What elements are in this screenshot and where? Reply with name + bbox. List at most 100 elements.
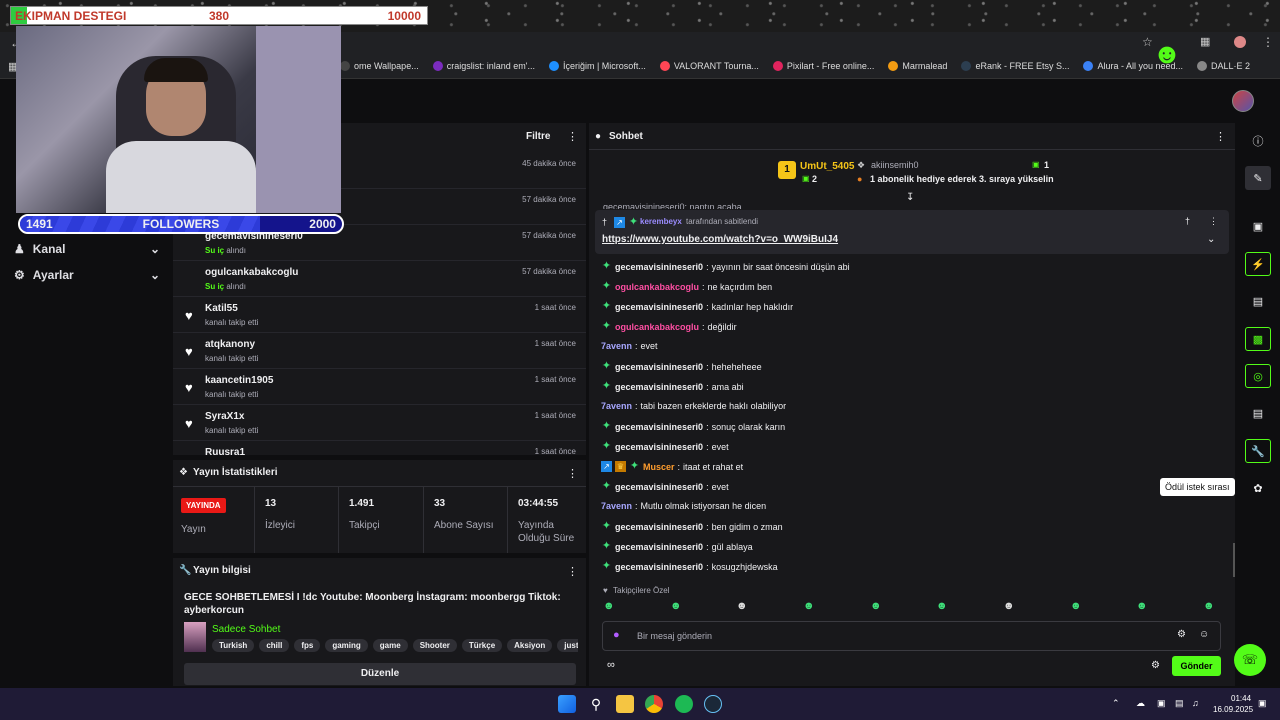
printer-icon[interactable]: ▤ [1245,401,1271,425]
emote-icon[interactable]: ☻ [603,601,615,612]
feed-username[interactable]: SyraX1x [205,411,244,422]
bookmark-item[interactable]: Pixilart - Free online... [772,61,874,71]
chat-username[interactable]: 7avenn [601,341,632,351]
tag[interactable]: chill [259,639,290,652]
tag[interactable]: Türkçe [461,639,503,652]
chat-icon[interactable]: ▩ [1245,327,1271,351]
microphone-icon[interactable]: ● [613,629,620,641]
emote-icon[interactable]: ☻ [1136,601,1148,612]
screen-capture-icon[interactable]: ▣ [1245,214,1271,238]
edit-button[interactable]: Düzenle [184,663,576,685]
chat-scrollbar[interactable] [1233,543,1235,577]
lightning-icon[interactable]: ⚡ [1245,252,1271,276]
tag[interactable]: game [372,639,408,652]
notification-icon[interactable]: ▣ [1258,698,1267,709]
translate-icon[interactable]: ⚙ [1177,629,1186,640]
feed-username[interactable]: ogulcankabakcoglu [205,267,298,278]
bookmark-item[interactable]: ome Wallpape... [340,61,419,71]
chevron-down-icon[interactable]: ⌄ [1207,234,1215,245]
subscriber-name[interactable]: akiinsemih0 [871,160,919,170]
chat-username[interactable]: gecemavisinineseri0 [615,302,703,312]
clock-time[interactable]: 01:44 [1231,694,1251,703]
info-icon[interactable]: ⓘ [1245,129,1271,153]
chat-username[interactable]: Muscer [643,462,675,472]
extensions-icon[interactable]: ▦ [1200,35,1210,48]
feed-username[interactable]: kaancetin1905 [205,375,273,386]
menu-icon[interactable]: ⋮ [1262,35,1274,49]
bookmark-item[interactable]: eRank - FREE Etsy S... [961,61,1069,71]
chat-username[interactable]: gecemavisinineseri0 [615,562,703,572]
support-headset-icon[interactable]: ☏ [1234,644,1266,676]
chrome-icon[interactable] [645,695,663,713]
emote-icon[interactable]: ☻ [870,601,882,612]
more-options-icon[interactable]: ⋮ [567,565,578,578]
chat-username[interactable]: gecemavisinineseri0 [615,482,703,492]
broadcast-icon[interactable]: ◎ [1245,364,1271,388]
file-explorer-icon[interactable] [616,695,634,713]
tag[interactable]: fps [294,639,321,652]
more-options-icon[interactable]: ⋮ [1209,216,1218,227]
chat-username[interactable]: 7avenn [601,501,632,511]
tag[interactable]: justchattir [557,639,578,652]
chat-input[interactable]: ● Bir mesaj gönderin ⚙ ☺ [602,621,1221,651]
document-icon[interactable]: ▤ [1245,289,1271,313]
chat-username[interactable]: gecemavisinineseri0 [615,522,703,532]
chat-username[interactable]: ogulcankabakcoglu [615,322,699,332]
network-icon[interactable]: ▤ [1175,698,1184,709]
chat-username[interactable]: gecemavisinineseri0 [615,442,703,452]
chat-username[interactable]: gecemavisinineseri0 [615,262,703,272]
nav-kanal[interactable]: ♟ Kanal ⌄ [14,242,160,256]
filter-button[interactable]: Filtre [526,131,550,142]
pencil-icon[interactable]: ✎ [1245,166,1271,190]
emote-icon[interactable]: ☻ [936,601,948,612]
nav-ayarlar[interactable]: ⚙ Ayarlar ⌄ [14,268,160,282]
user-avatar[interactable] [1232,90,1254,112]
volume-icon[interactable]: ♫ [1192,698,1199,708]
emote-icon[interactable]: ☻ [736,601,748,612]
emote-icon[interactable]: ☻ [1003,601,1015,612]
settings-gear-icon[interactable]: ⚙ [1151,660,1160,671]
emote-icon[interactable]: ☻ [803,601,815,612]
profile-avatar[interactable] [1234,36,1246,48]
emote-icon[interactable]: ☻ [1203,601,1215,612]
emote-icon[interactable]: ☻ [670,601,682,612]
feed-username[interactable]: atqkanony [205,339,255,350]
points-icon[interactable]: ∞ [607,659,615,671]
pinned-by-user[interactable]: kerembeyx [640,217,682,226]
pinned-link[interactable]: https://www.youtube.com/watch?v=o_WW9iBu… [602,234,838,245]
tag[interactable]: Shooter [412,639,457,652]
more-options-icon[interactable]: ⋮ [567,467,578,480]
chat-username[interactable]: 7avenn [601,401,632,411]
steam-icon[interactable] [704,695,722,713]
chat-username[interactable]: gecemavisinineseri0 [615,542,703,552]
search-icon[interactable]: ⚲ [587,695,605,713]
bookmark-item[interactable]: craigslist: inland em'... [432,61,535,71]
send-button[interactable]: Gönder [1172,656,1221,676]
feed-username[interactable]: Ruusra1 [205,447,245,455]
windows-start-icon[interactable] [558,695,576,713]
feed-username[interactable]: Katil55 [205,303,238,314]
spotify-icon[interactable] [675,695,693,713]
bookmark-item[interactable]: DALL·E 2 [1197,61,1250,71]
wrench-icon[interactable]: 🔧 [1245,439,1271,463]
chat-username[interactable]: gecemavisinineseri0 [615,382,703,392]
category-thumbnail[interactable] [184,622,206,652]
scroll-down-icon[interactable]: ↧ [906,192,914,203]
more-options-icon[interactable]: ⋮ [1215,130,1226,143]
bookmark-item[interactable]: İçeriğim | Microsoft... [548,61,646,71]
tray-overflow-icon[interactable]: ⌃ [1112,698,1120,709]
tag[interactable]: Aksiyon [507,639,553,652]
gifter-name[interactable]: UmUt_5405 [800,161,854,172]
chat-username[interactable]: ogulcankabakcoglu [615,282,699,292]
category-link[interactable]: Sadece Sohbet [212,624,280,635]
bookmark-item[interactable]: Marmalead [888,61,947,71]
bookmark-item[interactable]: VALORANT Tourna... [659,61,759,71]
emoji-icon[interactable]: ☺ [1199,629,1209,640]
chat-username[interactable]: gecemavisinineseri0 [615,362,703,372]
tag[interactable]: gaming [325,639,368,652]
more-options-icon[interactable]: ⋮ [567,130,578,143]
tag[interactable]: Turkish [212,639,255,652]
unpin-icon[interactable]: † [1185,216,1190,226]
clock-date[interactable]: 16.09.2025 [1213,705,1253,714]
reward-queue-icon[interactable]: ✿ [1245,476,1271,500]
